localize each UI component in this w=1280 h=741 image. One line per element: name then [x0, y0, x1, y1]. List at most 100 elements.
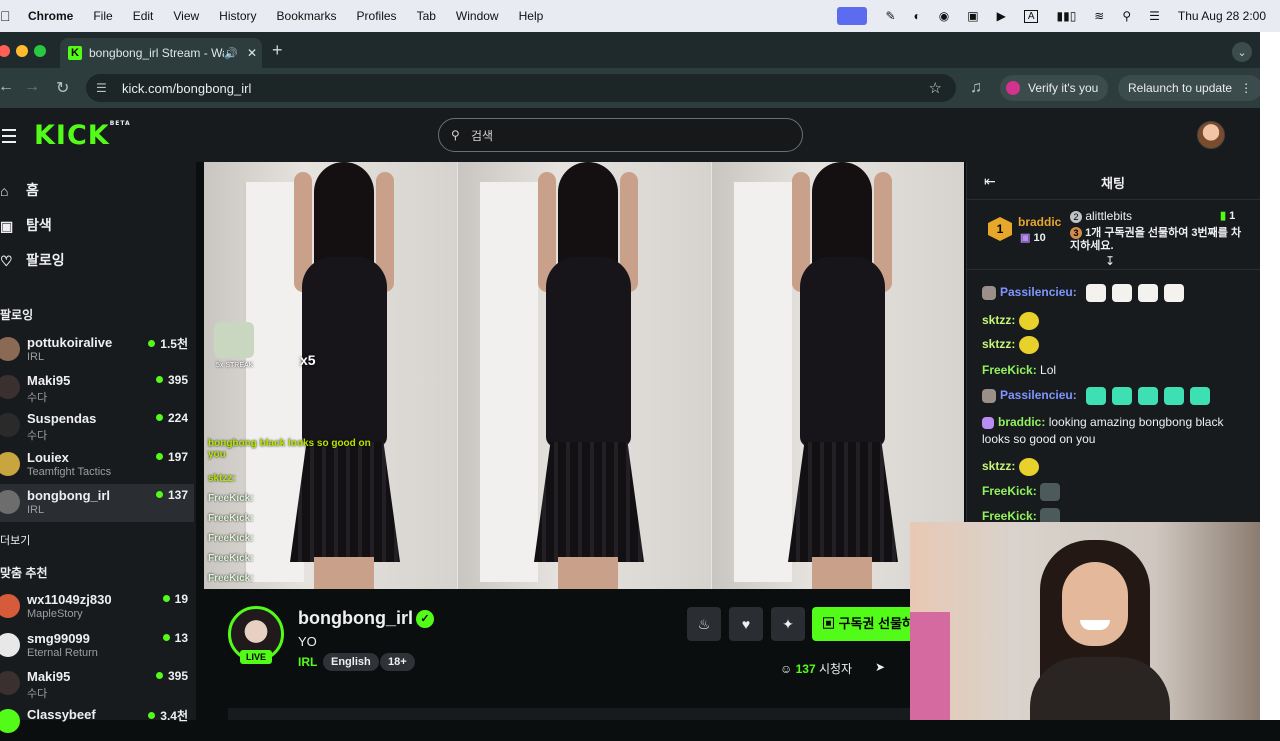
top-gifter-name[interactable]: braddic: [1018, 215, 1061, 229]
followed-channel[interactable]: pottukoiralive IRL 1.5천: [0, 331, 194, 369]
chat-username[interactable]: sktzz:: [982, 459, 1015, 473]
hamburger-menu-icon[interactable]: [2, 129, 16, 147]
chat-username[interactable]: Passilencieu:: [1000, 285, 1077, 299]
input-source-indicator[interactable]: A: [1023, 9, 1039, 23]
menu-edit[interactable]: Edit: [133, 9, 154, 23]
window-zoom-button[interactable]: [34, 45, 46, 57]
kick-logo[interactable]: KICKBETA: [34, 120, 131, 151]
tag-mature[interactable]: 18+: [380, 653, 415, 671]
overlay-chat-line: bongbong black looks so good on you: [208, 438, 371, 460]
followed-channel-active[interactable]: bongbong_irl IRL 137: [0, 484, 194, 522]
chat-header: ⇤ 채팅: [966, 162, 1260, 200]
streamer-figure: [284, 162, 404, 589]
chat-message: sktzz:: [982, 458, 1232, 476]
search-placeholder: 검색: [471, 128, 494, 143]
show-more-link[interactable]: 더보기: [0, 532, 30, 548]
chat-username[interactable]: sktzz:: [982, 337, 1015, 351]
screen-share-icon[interactable]: [837, 7, 868, 25]
menu-bookmarks[interactable]: Bookmarks: [277, 9, 337, 23]
relaunch-update-button[interactable]: Relaunch to update ⋮: [1118, 75, 1263, 101]
chat-emote: [1086, 387, 1107, 405]
kebab-menu-icon[interactable]: ⋮: [1240, 81, 1252, 95]
chat-username[interactable]: FreeKick:: [982, 484, 1037, 498]
follow-heart-button[interactable]: ♥: [729, 607, 763, 641]
forward-arrow-icon[interactable]: →: [24, 78, 40, 96]
streak-label: 5x STREAK: [216, 362, 254, 369]
streak-emote: [214, 322, 254, 358]
chat-emote: [1164, 387, 1185, 405]
recommended-channel[interactable]: wx11049zj830 MapleStory 19: [0, 588, 194, 626]
user-avatar[interactable]: [1197, 121, 1225, 149]
chat-app-icon[interactable]: ◉: [939, 9, 949, 23]
share-icon[interactable]: ➤: [875, 660, 885, 674]
viewer-count: 395: [156, 669, 188, 683]
recommended-channel[interactable]: Classybeef 3.4천: [0, 703, 194, 741]
chat-username[interactable]: braddic:: [998, 415, 1045, 429]
chat-username[interactable]: Passilencieu:: [1000, 388, 1077, 402]
spotlight-search-icon[interactable]: ⚲: [1122, 9, 1131, 23]
media-control-icon[interactable]: ♫: [970, 79, 982, 97]
chat-message: sktzz:: [982, 312, 1232, 330]
back-arrow-icon[interactable]: ←: [0, 78, 14, 96]
followed-channel[interactable]: Maki95 수다 395: [0, 369, 194, 407]
gift-icon: ▣: [822, 616, 839, 631]
tab-search-chevron-icon[interactable]: ⌄: [1232, 42, 1252, 62]
menubar-clock[interactable]: Thu Aug 28 2:00: [1178, 9, 1266, 23]
window-minimize-button[interactable]: [16, 45, 28, 57]
avatar: [0, 413, 20, 437]
tab-close-icon[interactable]: ✕: [242, 46, 262, 60]
browser-tab-active[interactable]: K bongbong_irl Stream - Wa 🔊 ✕: [60, 38, 262, 68]
url-text[interactable]: kick.com/bongbong_irl: [122, 81, 251, 96]
apple-icon[interactable]: : [0, 8, 22, 24]
bookmark-star-icon[interactable]: ☆: [929, 79, 942, 97]
contrast-icon[interactable]: ◐: [914, 9, 921, 23]
car-icon[interactable]: ▣: [967, 9, 978, 23]
followed-channel[interactable]: Suspendas 수다 224: [0, 407, 194, 445]
gift-subscription-button[interactable]: ▣ 구독권 선물하기: [812, 607, 922, 641]
recommended-channel[interactable]: Maki95 수다 395: [0, 665, 194, 703]
background-shelf: [910, 612, 950, 720]
channel-name-heading[interactable]: bongbong_irl: [298, 608, 413, 629]
menu-help[interactable]: Help: [519, 9, 544, 23]
reload-icon[interactable]: ↻: [56, 78, 69, 98]
followed-channel[interactable]: Louiex Teamfight Tactics 197: [0, 446, 194, 484]
menu-history[interactable]: History: [219, 9, 256, 23]
chat-username[interactable]: FreeKick:: [982, 363, 1037, 377]
control-center-icon[interactable]: ☰: [1149, 9, 1160, 23]
new-tab-button[interactable]: +: [272, 40, 283, 61]
sidebar-item-browse[interactable]: ▣ 탐색: [0, 215, 52, 235]
channel-category: MapleStory: [27, 608, 83, 620]
chat-username[interactable]: sktzz:: [982, 313, 1015, 327]
site-info-icon[interactable]: ☰: [96, 81, 112, 95]
video-player[interactable]: 5x STREAK x5 bongbong black looks so goo…: [204, 162, 964, 589]
menu-tab[interactable]: Tab: [417, 9, 436, 23]
channel-category: 수다: [27, 392, 48, 404]
sidebar-item-home[interactable]: ⌂ 홈: [0, 180, 39, 200]
profile-dot-icon: [1006, 81, 1020, 95]
tab-audio-icon[interactable]: 🔊: [224, 47, 238, 60]
wifi-icon[interactable]: ≋: [1094, 9, 1104, 23]
menu-profiles[interactable]: Profiles: [357, 9, 397, 23]
recommended-channel[interactable]: smg99099 Eternal Return 13: [0, 627, 194, 665]
verify-identity-button[interactable]: Verify it's you: [1000, 75, 1109, 101]
play-icon[interactable]: ▶: [997, 9, 1006, 23]
address-bar[interactable]: ☰ kick.com/bongbong_irl ☆: [86, 74, 956, 102]
expand-leaderboard-icon[interactable]: ↧: [1105, 254, 1115, 268]
chat-title: 채팅: [1101, 176, 1125, 191]
menubar-app-name[interactable]: Chrome: [28, 9, 73, 23]
tag-language[interactable]: English: [323, 653, 379, 671]
chat-message: FreeKick: Lol: [982, 362, 1232, 379]
kick-search-input[interactable]: ⚲ 검색: [438, 118, 803, 152]
second-gifter[interactable]: 2 alittlebits: [1070, 209, 1132, 223]
menu-file[interactable]: File: [93, 9, 112, 23]
menu-window[interactable]: Window: [456, 9, 499, 23]
category-link[interactable]: IRL: [298, 655, 317, 669]
logo-text: KICK: [34, 120, 110, 151]
menu-view[interactable]: View: [173, 9, 199, 23]
sparkle-button[interactable]: ✦: [771, 607, 805, 641]
extension-icon[interactable]: ✎: [885, 9, 895, 23]
battery-icon[interactable]: ▮▮▯: [1056, 9, 1076, 23]
chat-message: Passilencieu:: [982, 387, 1232, 405]
sidebar-item-following[interactable]: ♡ 팔로잉: [0, 250, 65, 270]
notification-bell-button[interactable]: ♨: [687, 607, 721, 641]
